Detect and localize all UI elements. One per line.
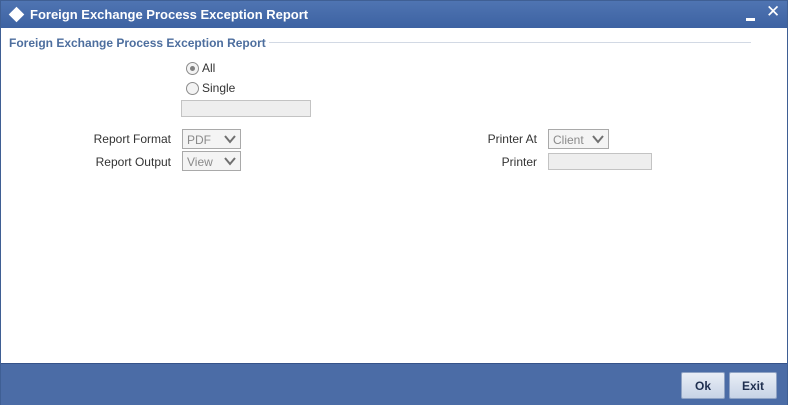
radio-all-label: All <box>202 61 216 75</box>
radio-all-button[interactable] <box>186 61 199 75</box>
report-window: Foreign Exchange Process Exception Repor… <box>0 0 788 405</box>
radio-single[interactable]: Single <box>186 80 235 96</box>
report-format-select[interactable]: PDF <box>182 129 241 149</box>
window-title: Foreign Exchange Process Exception Repor… <box>30 7 309 22</box>
report-format-label: Report Format <box>93 132 171 146</box>
close-button[interactable]: ✕ <box>766 3 780 21</box>
chevron-down-icon <box>224 135 236 144</box>
chevron-down-icon <box>224 157 236 166</box>
printer-label: Printer <box>501 155 537 169</box>
report-output-value: View <box>187 155 213 169</box>
radio-single-button[interactable] <box>186 81 199 95</box>
printer-at-label: Printer At <box>487 132 537 146</box>
close-icon: ✕ <box>766 2 781 21</box>
section-divider <box>269 42 751 43</box>
minimize-button[interactable] <box>744 9 758 23</box>
footer-bar: Ok Exit <box>1 363 787 405</box>
diamond-icon <box>8 6 25 23</box>
printer-at-value: Client <box>553 133 584 147</box>
radio-all[interactable]: All <box>186 60 215 76</box>
ok-button[interactable]: Ok <box>681 372 725 399</box>
printer-at-select[interactable]: Client <box>548 129 609 149</box>
printer-field[interactable] <box>548 153 652 170</box>
chevron-down-icon <box>592 135 604 144</box>
section-heading: Foreign Exchange Process Exception Repor… <box>9 36 266 50</box>
report-output-label: Report Output <box>95 155 171 169</box>
minimize-icon <box>746 18 755 21</box>
single-value-field[interactable] <box>181 100 311 117</box>
report-output-select[interactable]: View <box>182 151 241 171</box>
report-format-value: PDF <box>187 133 211 147</box>
title-bar[interactable]: Foreign Exchange Process Exception Repor… <box>1 1 787 28</box>
exit-button[interactable]: Exit <box>729 372 777 399</box>
radio-single-label: Single <box>202 81 236 95</box>
